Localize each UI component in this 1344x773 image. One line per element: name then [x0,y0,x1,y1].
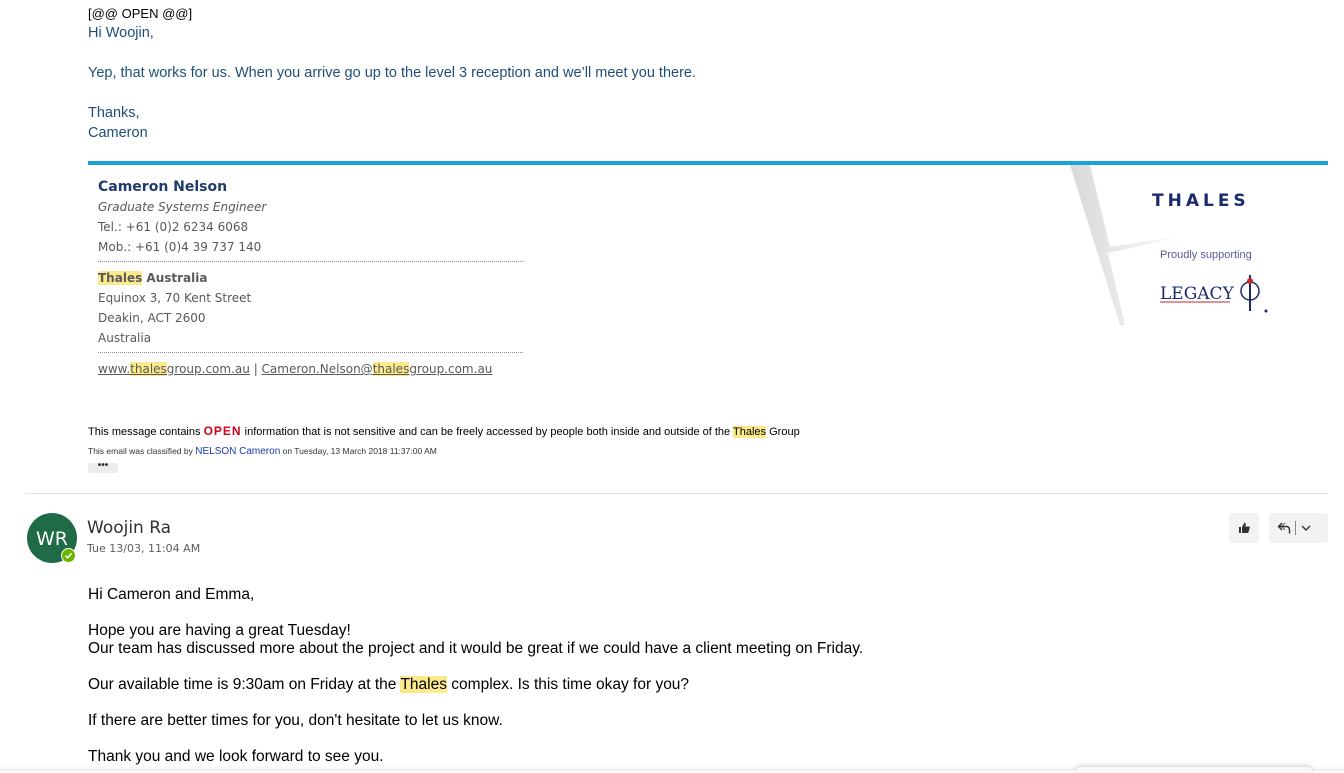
email2-body-line: Hope you are having a great Tuesday! [88,622,351,639]
signature-address-line: Equinox 3, 70 Kent Street [98,291,252,305]
proudly-supporting-text: Proudly supporting [1160,249,1252,261]
email1-thanks: Thanks, [88,105,140,121]
highlight-thales: Thales [400,676,447,693]
button-separator [1295,521,1296,535]
classifier-name: NELSON Cameron [195,446,281,457]
email1-signoff: Cameron [88,125,148,141]
thumbs-up-icon [1239,522,1250,533]
signature-address-line: Deakin, ACT 2600 [98,311,206,325]
sender-name[interactable]: Woojin Ra [87,518,171,538]
signature-address-line: Australia [98,331,152,345]
signature-tel: Tel.: +61 (0)2 6234 6068 [98,220,249,234]
signature-mobile: Mob.: +61 (0)4 39 737 140 [98,240,262,254]
email2-body-line: Thank you and we look forward to see you… [88,748,384,765]
classification-tag: [@@ OPEN @@] [88,6,193,21]
signature-links: www.thalesgroup.com.au | Cameron.Nelson@… [98,362,492,376]
thales-logo: THALES [1152,191,1250,211]
link-separator: | [249,362,262,376]
signature-title: Graduate Systems Engineer [98,200,267,214]
email1-body-line: Yep, that works for us. When you arrive … [88,65,696,81]
highlight-thales: Thales [98,271,143,285]
highlight-thales: Thales [733,426,767,438]
company-rest: Australia [142,271,208,285]
email2-body-line: Our available time is 9:30am on Friday a… [88,676,690,693]
presence-available-icon [61,548,76,563]
reply-all-button[interactable] [1269,513,1328,543]
open-label: OPEN [203,424,242,438]
bottom-popup-edge[interactable] [1076,767,1312,773]
email1-greeting: Hi Woojin, [88,25,154,41]
email-link[interactable]: Cameron.Nelson@thalesgroup.com.au [262,362,492,376]
message-divider [25,493,1328,494]
classified-by-note: This email was classified by NELSON Came… [88,446,437,457]
signature-name: Cameron Nelson [98,179,228,195]
legacy-logo: LEGACY [1160,275,1268,313]
signature-dotted-divider [98,261,523,262]
chevron-down-icon[interactable] [1300,522,1312,534]
website-link[interactable]: www.thalesgroup.com.au [98,362,250,376]
email2-body-line: Our team has discussed more about the pr… [88,640,864,657]
legacy-text: LEGACY [1160,284,1235,304]
signature-company: Thales Australia [98,271,207,285]
message-date: Tue 13/03, 11:04 AM [87,542,201,555]
email2-body-line: If there are better times for you, don't… [88,712,503,729]
show-more-button[interactable]: ••• [88,461,118,473]
email2-greeting: Hi Cameron and Emma, [88,586,255,603]
reply-all-icon [1277,521,1291,535]
signature-dotted-divider [98,352,523,353]
classification-disclaimer: This message contains OPEN information t… [88,424,800,438]
like-button[interactable] [1229,513,1259,543]
